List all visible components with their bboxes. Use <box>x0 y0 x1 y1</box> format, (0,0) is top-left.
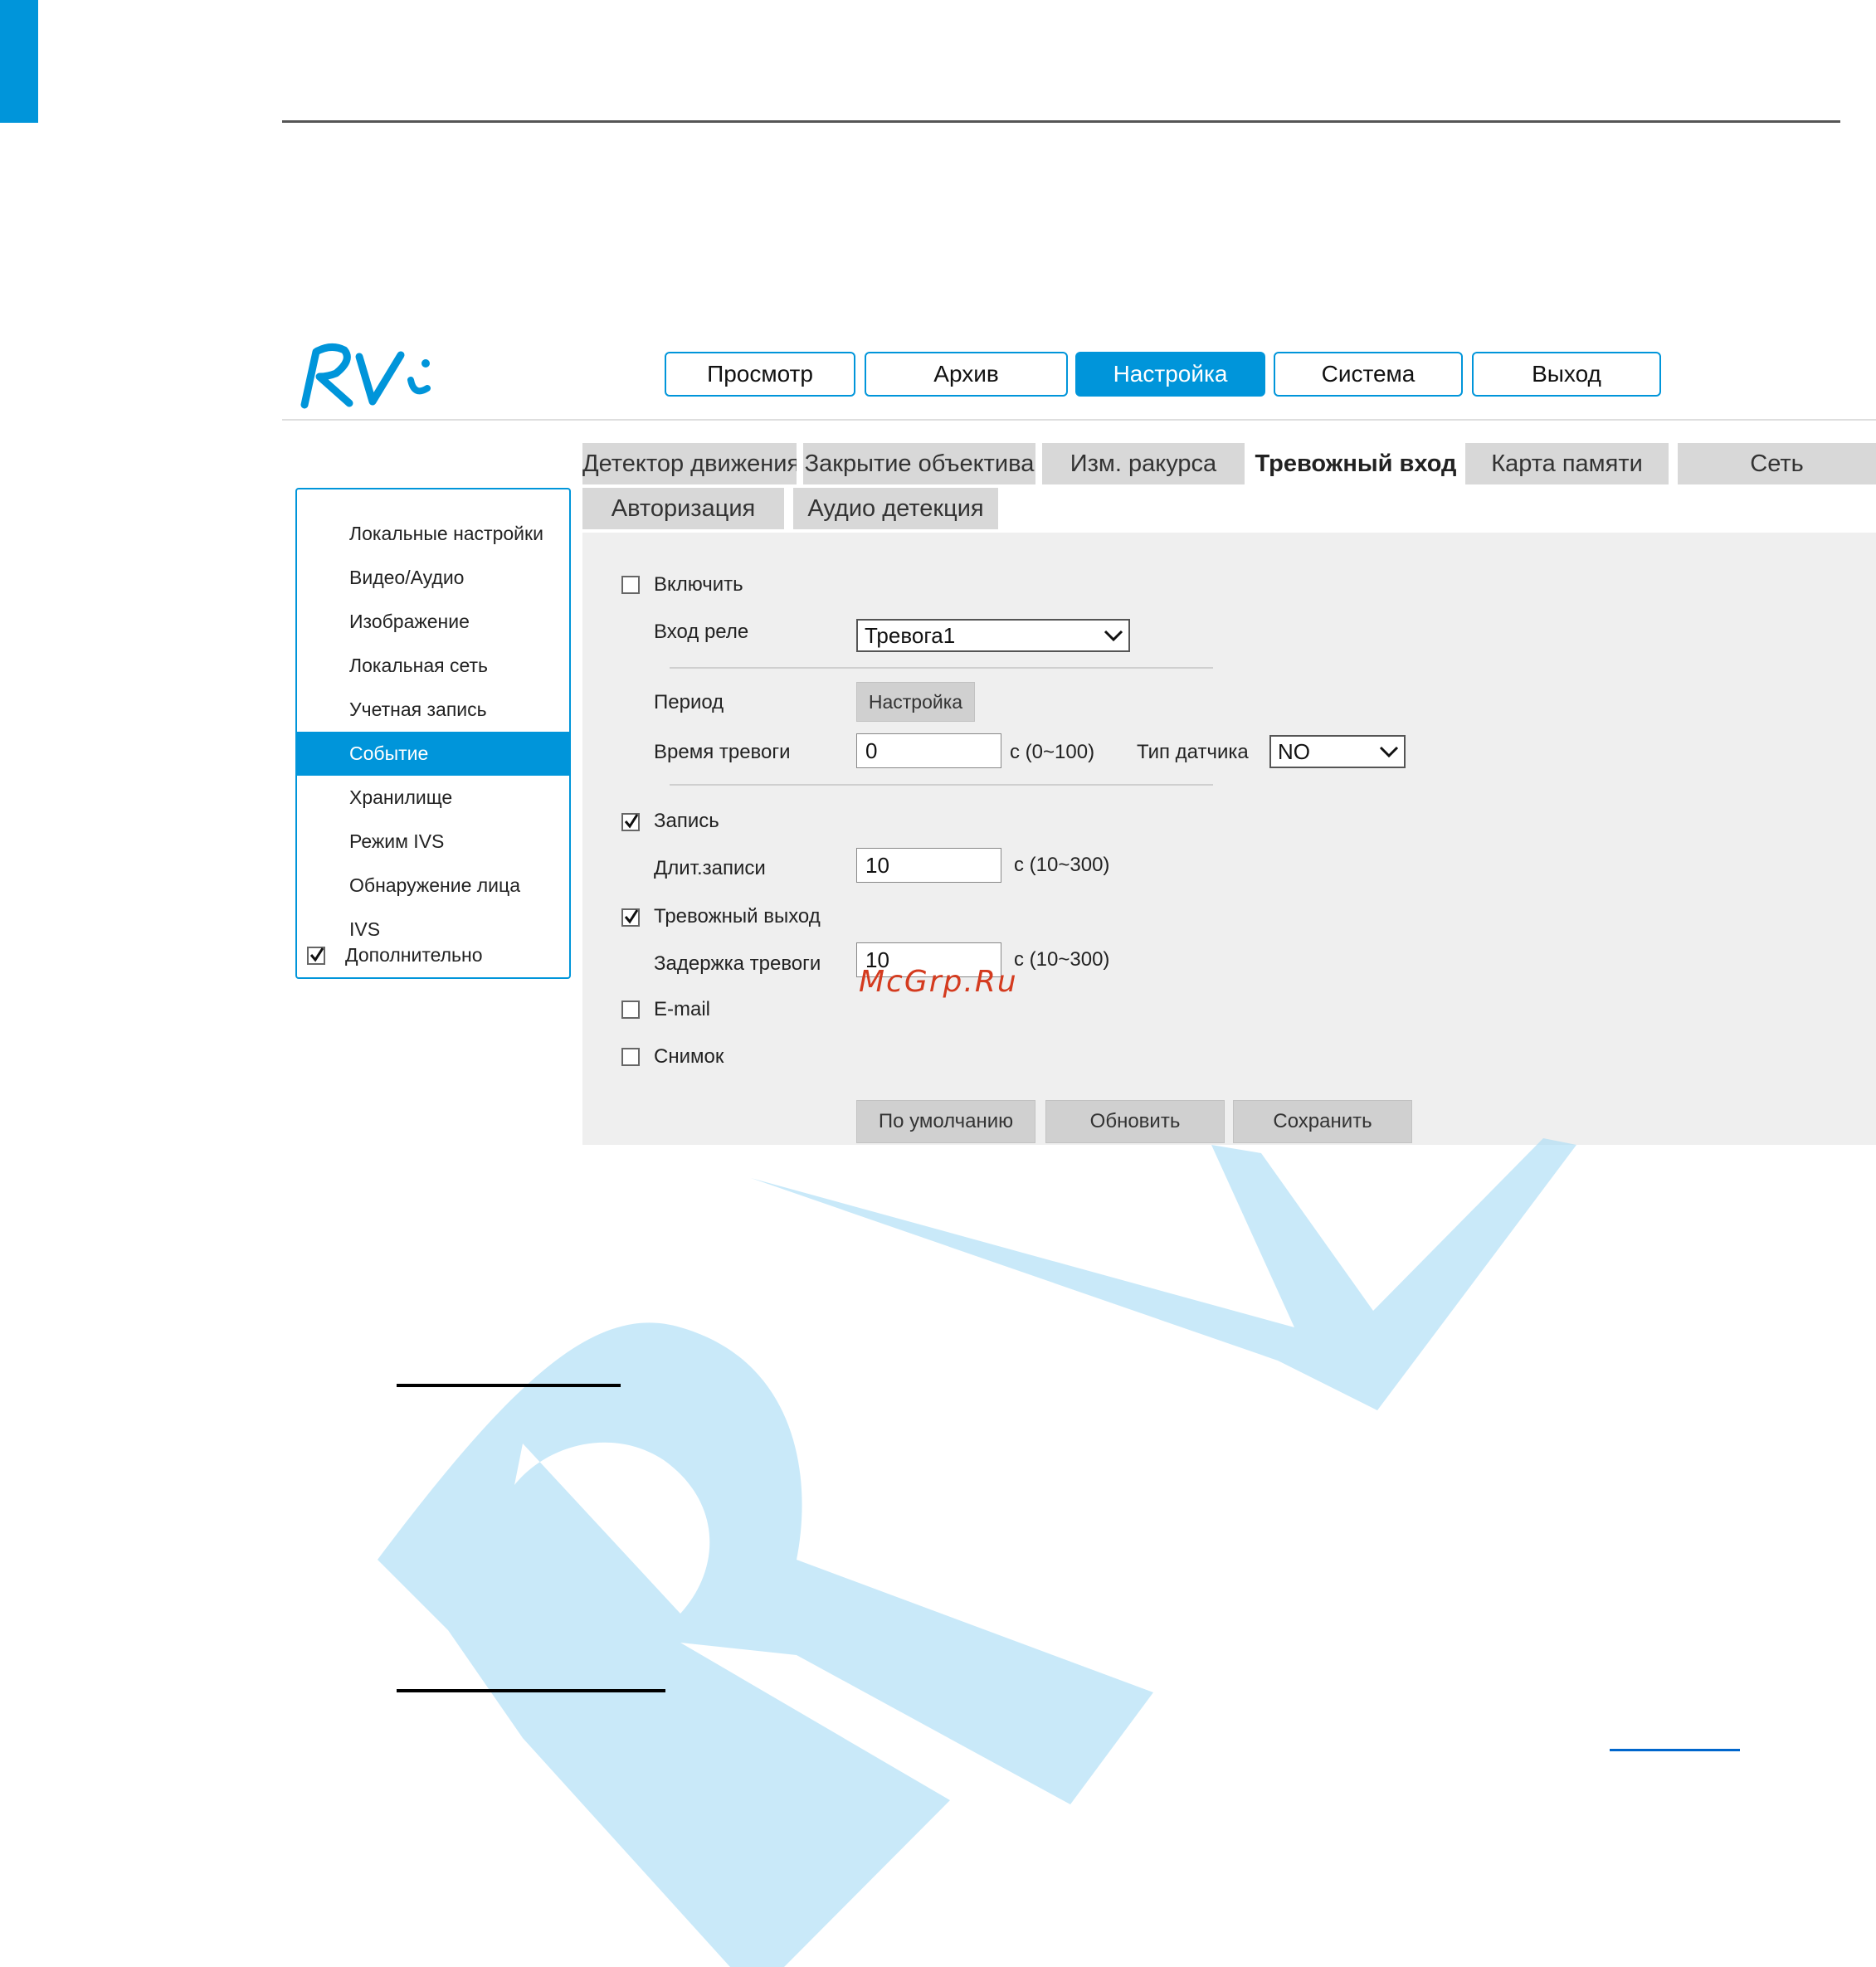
snapshot-label: Снимок <box>654 1045 724 1068</box>
advanced-label: Дополнительно <box>345 944 483 966</box>
site-watermark-text: McGrp.Ru <box>859 965 1018 999</box>
nav-view-button[interactable]: Просмотр <box>665 352 855 397</box>
tab-view-change[interactable]: Изм. ракурса <box>1042 443 1245 484</box>
period-label: Период <box>654 691 724 713</box>
sidebar-item-event[interactable]: Событие <box>297 732 569 776</box>
record-length-range: с (10~300) <box>1014 854 1110 876</box>
tab-lens-cover[interactable]: Закрытие объектива <box>803 443 1035 484</box>
record-label: Запись <box>654 810 719 832</box>
document-underline <box>397 1384 621 1387</box>
relay-input-label: Вход реле <box>654 621 749 643</box>
record-length-label: Длит.записи <box>654 857 766 879</box>
tab-network[interactable]: Сеть <box>1678 443 1876 484</box>
sidebar-item-local-settings[interactable]: Локальные настройки <box>297 512 569 556</box>
sensor-type-select[interactable]: NO <box>1269 735 1406 768</box>
email-checkbox[interactable] <box>621 1001 640 1019</box>
nav-system-button[interactable]: Система <box>1274 352 1463 397</box>
nav-settings-button[interactable]: Настройка <box>1075 352 1265 397</box>
settings-sidebar: Локальные настройки Видео/Аудио Изображе… <box>295 488 571 979</box>
sidebar-item-storage[interactable]: Хранилище <box>297 776 569 820</box>
sidebar-item-video-audio[interactable]: Видео/Аудио <box>297 556 569 600</box>
tab-audio-detection[interactable]: Аудио детекция <box>793 488 998 529</box>
email-label: E-mail <box>654 998 711 1020</box>
document-underline <box>397 1689 665 1692</box>
alarm-delay-range: с (10~300) <box>1014 948 1110 971</box>
sidebar-item-image[interactable]: Изображение <box>297 600 569 644</box>
alarm-time-range: с (0~100) <box>1010 741 1095 763</box>
period-setup-button[interactable]: Настройка <box>856 682 975 722</box>
alarm-time-label: Время тревоги <box>654 741 791 763</box>
sensor-type-label: Тип датчика <box>1137 741 1249 763</box>
alarm-time-input[interactable]: 0 <box>856 733 1001 768</box>
section-divider <box>670 784 1213 786</box>
page-top-rule <box>282 120 1840 123</box>
nav-logout-button[interactable]: Выход <box>1472 352 1661 397</box>
alarm-output-checkbox[interactable] <box>621 908 640 927</box>
alarm-input-panel: Включить Вход реле Тревога1 Период Настр… <box>582 533 1876 1145</box>
record-checkbox[interactable] <box>621 813 640 831</box>
relay-input-value: Тревога1 <box>865 623 956 648</box>
chevron-down-icon <box>1379 746 1399 758</box>
page-corner-marker <box>0 0 38 123</box>
tab-memory-card[interactable]: Карта памяти <box>1465 443 1669 484</box>
section-divider <box>670 667 1213 669</box>
rvi-logo <box>295 332 444 423</box>
record-length-input[interactable]: 10 <box>856 848 1001 883</box>
snapshot-checkbox[interactable] <box>621 1048 640 1066</box>
tab-authorization[interactable]: Авторизация <box>582 488 784 529</box>
enable-checkbox[interactable] <box>621 576 640 594</box>
save-button[interactable]: Сохранить <box>1233 1100 1412 1143</box>
document-link-underline <box>1610 1749 1740 1751</box>
sidebar-item-face-detection[interactable]: Обнаружение лица <box>297 864 569 908</box>
sensor-type-value: NO <box>1278 739 1310 764</box>
chevron-down-icon <box>1104 630 1123 642</box>
advanced-checkbox[interactable] <box>307 947 325 965</box>
header-divider <box>282 419 1876 421</box>
tab-motion-detector[interactable]: Детектор движения <box>582 443 797 484</box>
sidebar-item-account[interactable]: Учетная запись <box>297 688 569 732</box>
enable-label: Включить <box>654 573 743 596</box>
sidebar-item-local-network[interactable]: Локальная сеть <box>297 644 569 688</box>
alarm-output-label: Тревожный выход <box>654 905 821 928</box>
nav-archive-button[interactable]: Архив <box>865 352 1068 397</box>
tab-alarm-input[interactable]: Тревожный вход <box>1246 443 1465 484</box>
alarm-delay-label: Задержка тревоги <box>654 952 821 975</box>
default-button[interactable]: По умолчанию <box>856 1100 1035 1143</box>
relay-input-select[interactable]: Тревога1 <box>856 619 1130 652</box>
sidebar-item-ivs-mode[interactable]: Режим IVS <box>297 820 569 864</box>
refresh-button[interactable]: Обновить <box>1045 1100 1225 1143</box>
